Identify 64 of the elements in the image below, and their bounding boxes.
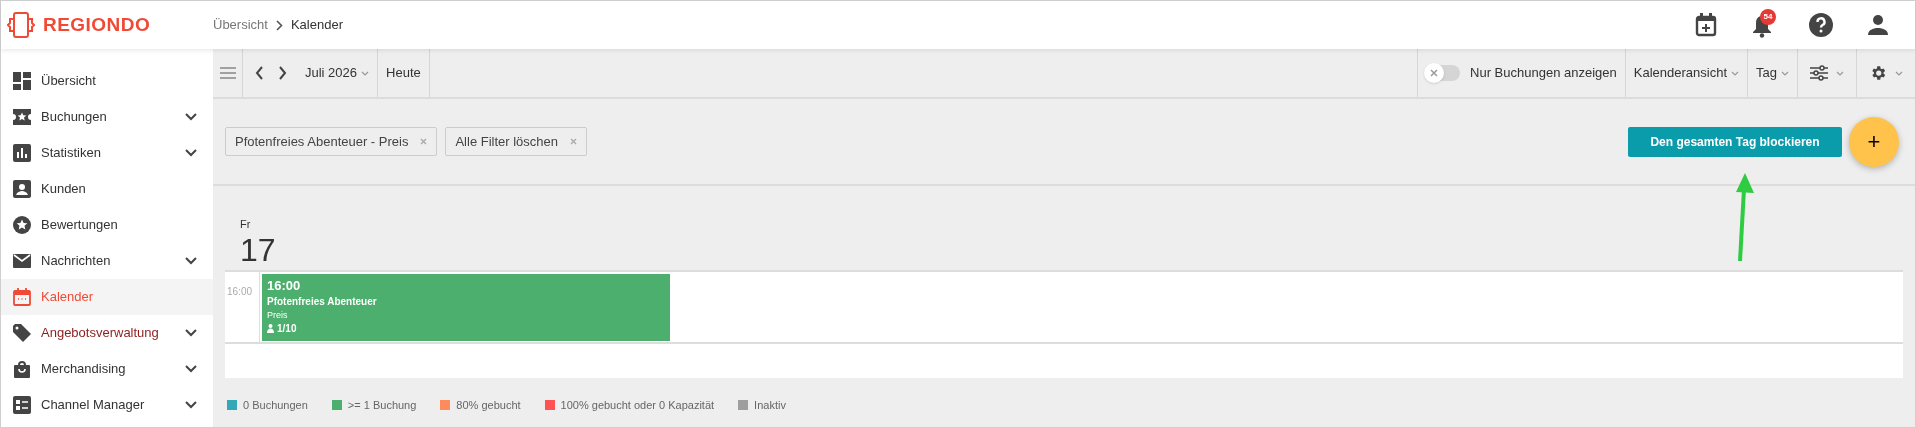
list-grid-icon [13,396,31,414]
chevron-down-icon [185,113,197,121]
capacity-count: 1/10 [277,322,297,335]
user-icon[interactable] [1867,14,1889,36]
notification-badge: 54 [1760,9,1776,25]
shopping-bag-icon [13,360,31,378]
event-time: 16:00 [267,278,301,294]
chevron-right-icon [275,19,283,31]
filter-chip[interactable]: Alle Filter löschen [445,127,588,156]
next-icon[interactable] [278,66,287,80]
caret-icon [1836,70,1844,76]
sidebar-item[interactable]: Channel Manager [1,387,213,423]
ticket-icon [13,109,31,125]
logo-icon [7,11,35,39]
calendar-icon [13,288,31,306]
tag-icon [13,324,31,342]
sidebar-item[interactable]: Merchandising [1,351,213,387]
legend-label: 0 Buchungen [243,398,308,413]
sidebar-item[interactable]: Nachrichten [1,243,213,279]
view-dropdown[interactable]: Kalenderansicht [1624,49,1748,97]
toggle-switch[interactable] [1426,65,1461,81]
caret-icon [1731,70,1740,76]
sliders-icon [1810,65,1828,81]
legend-label: 80% gebucht [456,398,521,413]
chevron-down-icon [185,365,197,373]
sidebar-item[interactable]: Statistiken [1,135,213,171]
caret-icon [1781,70,1789,76]
hour-label: 16:00 [227,286,253,297]
sidebar-item[interactable]: Bewertungen [1,207,213,243]
chevron-down-icon [185,329,197,337]
caret-icon [1895,70,1903,76]
close-icon [1430,69,1439,77]
help-icon[interactable] [1809,13,1833,37]
today-button[interactable]: Heute [378,49,430,97]
person-icon [267,324,274,333]
chevron-down-icon [185,257,197,265]
toggle-label: Nur Buchungen anzeigen [1470,64,1617,83]
mail-icon [13,254,31,268]
breadcrumb-link[interactable]: Übersicht [213,15,268,35]
legend-label: 100% gebucht oder 0 Kapazität [560,398,715,413]
legend-label: >= 1 Buchung [347,398,417,413]
sidebar-item[interactable]: Angebotsverwaltung [1,315,213,351]
brand-name: REGIONDO [43,12,151,37]
month-dropdown[interactable]: Juli 2026 [305,63,370,83]
sidebar-item[interactable]: Buchungen [1,99,213,135]
day-number: 17 [240,234,277,266]
add-button[interactable]: + [1849,116,1899,167]
caret-icon [361,70,370,76]
calendar-add-icon[interactable] [1695,13,1717,37]
legend-label: Inaktiv [754,398,786,413]
chevron-down-icon [185,149,197,157]
bar-chart-icon [13,144,31,162]
event-title: Pfotenfreies Abenteuer [267,295,377,309]
chevron-down-icon [185,401,197,409]
sidebar-item[interactable]: Übersicht [1,63,213,99]
filter-chip[interactable]: Pfotenfreies Abenteuer - Preis [225,127,438,156]
dashboard-icon [13,72,31,90]
event-subtitle: Preis [267,309,288,322]
weekday-label: Fr [240,219,252,230]
range-dropdown[interactable]: Tag [1747,49,1797,97]
previous-icon[interactable] [255,66,264,80]
breadcrumb-link[interactable]: Kalender [290,15,343,35]
sidebar-item[interactable]: Kunden [1,171,213,207]
person-card-icon [13,180,31,198]
